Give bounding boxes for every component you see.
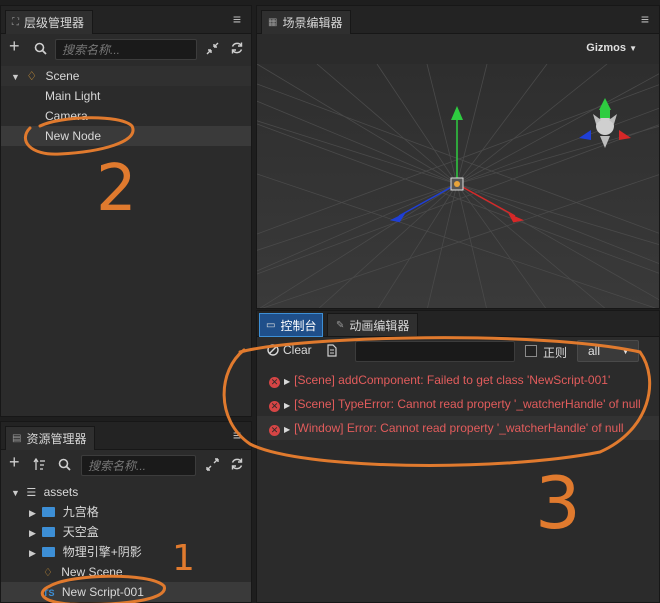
collapse-icon[interactable]	[206, 42, 219, 55]
collapsed-triangle-icon[interactable]: ▶	[29, 543, 39, 563]
tree-item-label: Camera	[45, 109, 88, 123]
log-text: [Scene] addComponent: Failed to get clas…	[294, 373, 611, 387]
tree-item-camera[interactable]: Camera	[1, 106, 251, 126]
add-icon[interactable]: +	[9, 453, 20, 471]
scene-editor-panel: ▦ 场景编辑器 ≡ Gizmos ▼	[256, 5, 660, 309]
log-file-icon[interactable]	[327, 344, 337, 357]
asset-item-folder[interactable]: ▶ 物理引擎+阴影	[1, 542, 251, 562]
add-icon[interactable]: +	[9, 37, 20, 55]
console-panel: ▭ 控制台 ✎ 动画编辑器 Clear 正则 all ▼ ✕ ▶ [Scene] a…	[256, 310, 660, 603]
regex-checkbox[interactable]	[525, 345, 537, 357]
log-entry[interactable]: ✕ ▶ [Scene] addComponent: Failed to get cl…	[257, 368, 659, 392]
hierarchy-search-input[interactable]	[55, 39, 197, 60]
collapsed-triangle-icon[interactable]: ▶	[29, 523, 39, 543]
refresh-icon[interactable]	[230, 457, 244, 471]
search-icon	[58, 458, 71, 471]
console-icon: ▭	[266, 319, 276, 331]
console-toolbar: Clear 正则 all ▼	[257, 337, 659, 365]
tab-animation-editor[interactable]: ✎ 动画编辑器	[327, 313, 419, 337]
asset-item-label: 物理引擎+阴影	[62, 545, 142, 559]
assets-tabbar: ▤ 资源管理器 ≡	[1, 422, 251, 450]
tab-hierarchy[interactable]: ⛶ 层级管理器	[5, 10, 94, 34]
regex-label: 正则	[543, 346, 568, 360]
collapsed-triangle-icon[interactable]: ▶	[29, 503, 39, 523]
log-text: [Window] Error: Cannot read property '_w…	[294, 421, 624, 435]
error-icon: ✕	[269, 401, 280, 412]
console-filter-input[interactable]	[355, 341, 515, 362]
chevron-down-icon: ▼	[629, 44, 637, 53]
assets-title: 资源管理器	[26, 432, 87, 446]
asset-item-label: New Script-001	[61, 585, 144, 599]
sort-icon[interactable]	[33, 458, 46, 471]
tab-assets[interactable]: ▤ 资源管理器	[5, 426, 96, 450]
chevron-down-icon: ▼	[621, 346, 630, 356]
asset-item-root[interactable]: ▼ ☰ assets	[1, 482, 251, 502]
search-icon	[34, 42, 47, 55]
asset-item-label: assets	[43, 485, 79, 499]
error-icon: ✕	[269, 425, 280, 436]
hierarchy-icon: ⛶	[12, 17, 19, 28]
scene-viewport[interactable]	[257, 64, 660, 309]
script-file-icon: TS	[43, 588, 55, 598]
asset-item-label: 九宫格	[62, 505, 99, 519]
expand-triangle-icon[interactable]: ▼	[11, 67, 21, 87]
folder-icon	[42, 527, 56, 537]
assets-icon: ▤	[12, 433, 22, 444]
scene-file-icon: ♢	[43, 567, 53, 579]
scene-toolbar: Gizmos ▼	[257, 34, 659, 64]
log-entry[interactable]: ✕ ▶ [Scene] TypeError: Cannot read propert…	[257, 392, 659, 416]
scene-editor-tabbar: ▦ 场景编辑器 ≡	[257, 6, 659, 34]
assets-panel: ▤ 资源管理器 ≡ + ▼ ☰ assets ▶ 九宫格 ▶ 天空盒 ▶ 物理引…	[0, 421, 252, 603]
hierarchy-panel: ⛶ 层级管理器 ≡ + ▼ ♢ Scene Main Light Camera …	[0, 5, 252, 417]
tree-item-label: Main Light	[45, 89, 101, 103]
tree-item-main-light[interactable]: Main Light	[1, 86, 251, 106]
log-level-select[interactable]: all ▼	[577, 340, 639, 362]
hierarchy-toolbar: +	[1, 34, 251, 64]
refresh-icon[interactable]	[230, 41, 244, 55]
tree-item-label: Scene	[45, 69, 80, 83]
scene-editor-title: 场景编辑器	[282, 16, 343, 30]
scene-flame-icon: ♢	[26, 69, 38, 83]
tree-item-label: New Node	[45, 129, 102, 143]
tab-console[interactable]: ▭ 控制台	[259, 313, 324, 337]
error-icon: ✕	[269, 377, 280, 388]
animation-icon: ✎	[336, 319, 345, 331]
assets-toolbar: +	[1, 450, 251, 480]
hierarchy-title: 层级管理器	[24, 16, 85, 30]
gizmos-label: Gizmos	[586, 42, 627, 54]
log-level-value: all	[588, 344, 601, 358]
expand-arrow-icon[interactable]: ▶	[284, 401, 290, 410]
tab-console-label: 控制台	[280, 318, 317, 333]
expand-arrow-icon[interactable]: ▶	[284, 425, 290, 434]
tab-animation-label: 动画编辑器	[349, 318, 410, 333]
tab-scene-editor[interactable]: ▦ 场景编辑器	[261, 10, 352, 34]
asset-item-label: New Scene	[61, 565, 123, 579]
assets-search-input[interactable]	[81, 455, 196, 476]
scene-editor-icon: ▦	[268, 17, 278, 28]
folder-icon	[42, 547, 56, 557]
tree-item-scene[interactable]: ▼ ♢ Scene	[1, 66, 251, 86]
log-text: [Scene] TypeError: Cannot read property …	[294, 397, 641, 411]
hierarchy-tabbar: ⛶ 层级管理器 ≡	[1, 6, 251, 34]
clear-icon	[267, 344, 279, 356]
console-tabbar: ▭ 控制台 ✎ 动画编辑器	[257, 311, 659, 337]
expand-triangle-icon[interactable]: ▼	[11, 483, 21, 503]
asset-item-folder[interactable]: ▶ 天空盒	[1, 522, 251, 542]
assets-menu-icon[interactable]: ≡	[233, 428, 241, 442]
database-icon: ☰	[26, 487, 37, 499]
scene-editor-menu-icon[interactable]: ≡	[641, 12, 649, 26]
clear-button[interactable]: Clear	[267, 343, 312, 357]
expand-all-icon[interactable]	[206, 458, 219, 471]
asset-item-label: 天空盒	[62, 525, 99, 539]
hierarchy-menu-icon[interactable]: ≡	[233, 12, 241, 26]
gizmos-dropdown[interactable]: Gizmos ▼	[586, 42, 637, 54]
tree-item-new-node[interactable]: New Node	[1, 126, 251, 146]
asset-item-folder[interactable]: ▶ 九宫格	[1, 502, 251, 522]
clear-label: Clear	[283, 343, 312, 357]
log-entry[interactable]: ✕ ▶ [Window] Error: Cannot read property '…	[257, 416, 659, 440]
asset-item-scene[interactable]: ♢ New Scene	[1, 562, 251, 582]
folder-icon	[42, 507, 56, 517]
expand-arrow-icon[interactable]: ▶	[284, 377, 290, 386]
asset-item-script[interactable]: TS New Script-001	[1, 582, 251, 602]
